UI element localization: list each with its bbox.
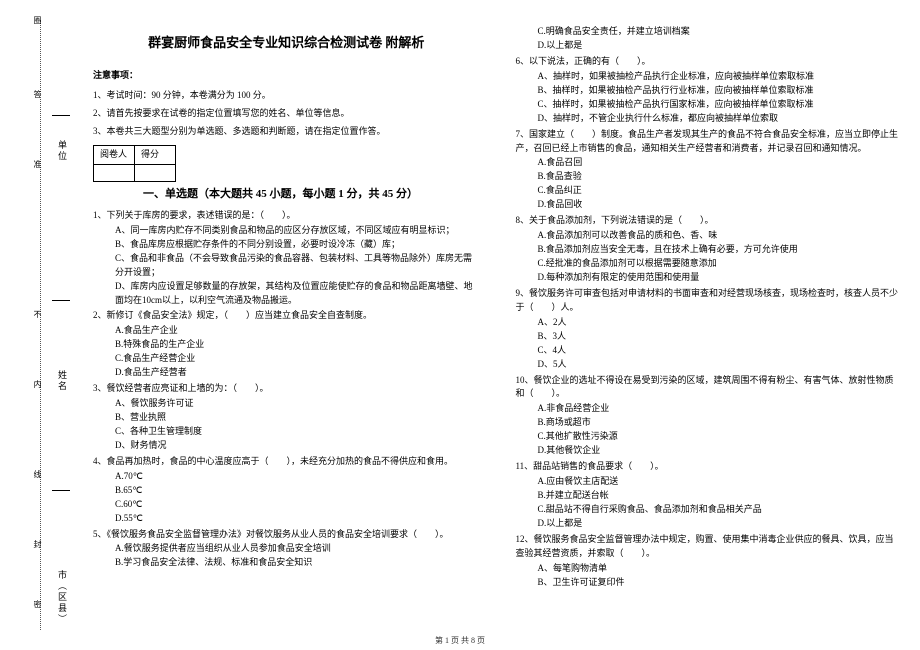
question-stem: 11、甜品站销售的食品要求（ ）。 xyxy=(516,460,903,474)
question-option: D.55℃ xyxy=(115,512,480,526)
paper-title: 群宴厨师食品安全专业知识综合检测试卷 附解析 xyxy=(93,33,480,53)
question-option: A、抽样时，如果被抽检产品执行企业标准，应向被抽样单位索取标准 xyxy=(538,70,903,84)
question-option: C.其他扩散性污染源 xyxy=(538,430,903,444)
question-option: A、2人 xyxy=(538,316,903,330)
question-stem: 9、餐饮服务许可审查包括对申请材料的书面审查和对经营现场核查，现场检查时，核查人… xyxy=(516,287,903,315)
question-option: D.每种添加剂有限定的使用范围和使用量 xyxy=(538,271,903,285)
question-option: B、卫生许可证复印件 xyxy=(538,576,903,590)
binding-char: 内 xyxy=(32,380,43,396)
binding-char: 答 xyxy=(32,90,43,106)
table-cell: 得分 xyxy=(135,145,176,164)
question-stem: 10、餐饮企业的选址不得设在易受到污染的区域，建筑周围不得有粉尘、有害气体、放射… xyxy=(516,374,903,402)
question-option: A.餐饮服务提供者应当组织从业人员参加食品安全培训 xyxy=(115,542,480,556)
table-cell-empty xyxy=(94,164,135,181)
table-cell-empty xyxy=(135,164,176,181)
question-option: D.以上都是 xyxy=(538,39,903,53)
section-heading: 一、单选题（本大题共 45 小题，每小题 1 分，共 45 分） xyxy=(143,186,480,203)
column-left: 群宴厨师食品安全专业知识综合检测试卷 附解析 注意事项： 1、考试时间：90 分… xyxy=(75,0,498,630)
question-stem: 7、国家建立（ ）制度。食品生产者发现其生产的食品不符合食品安全标准，应当立即停… xyxy=(516,128,903,156)
question-option: B.商场或超市 xyxy=(538,416,903,430)
question-option: C、各种卫生管理制度 xyxy=(115,425,480,439)
question-stem: 6、以下说法，正确的有（ ）。 xyxy=(516,55,903,69)
question-option: B.并建立配送台帐 xyxy=(538,489,903,503)
binding-char: 线 xyxy=(32,470,43,486)
notice-item: 3、本卷共三大题型分别为单选题、多选题和判断题，请在指定位置作答。 xyxy=(93,125,480,139)
notice-heading: 注意事项： xyxy=(93,69,480,83)
question-option: C.甜品站不得自行采购食品、食品添加剂和食品相关产品 xyxy=(538,503,903,517)
question-stem: 5、《餐饮服务食品安全监督管理办法》对餐饮服务从业人员的食品安全培训要求（ ）。 xyxy=(93,528,480,542)
question-option: B.食品查验 xyxy=(538,170,903,184)
side-underline xyxy=(52,115,70,116)
question-option: B、食品库房应根据贮存条件的不同分别设置，必要时设冷冻（藏）库； xyxy=(115,238,480,252)
side-field-name: 姓名 xyxy=(56,370,69,392)
side-field-city: 市（区县） xyxy=(56,570,69,625)
question-option: A.应由餐饮主店配送 xyxy=(538,475,903,489)
side-underline xyxy=(52,300,70,301)
side-underline xyxy=(52,490,70,491)
question-option: D、库房内应设置足够数量的存放架，其结构及位置应能使贮存的食品和物品距离墙壁、地… xyxy=(115,280,480,308)
question-option: C.明确食品安全责任，并建立培训档案 xyxy=(538,25,903,39)
question-option: B.食品添加剂应当安全无毒，且在技术上确有必要，方可允许使用 xyxy=(538,243,903,257)
binding-char: 圈 xyxy=(32,16,43,32)
binding-char: 不 xyxy=(32,310,43,326)
notice-item: 1、考试时间：90 分钟，本卷满分为 100 分。 xyxy=(93,89,480,103)
question-option: C.60℃ xyxy=(115,498,480,512)
scorer-table: 阅卷人 得分 xyxy=(93,145,176,182)
question-option: D.以上都是 xyxy=(538,517,903,531)
question-stem: 8、关于食品添加剂，下列说法错误的是（ ）。 xyxy=(516,214,903,228)
question-option: B、抽样时，如果被抽检产品执行行业标准，应向被抽样单位索取标准 xyxy=(538,84,903,98)
question-option: C.经批准的食品添加剂可以根据需要随意添加 xyxy=(538,257,903,271)
question-stem: 3、餐饮经营者应亮证和上墙的为：（ ）。 xyxy=(93,382,480,396)
question-option: C.食品纠正 xyxy=(538,184,903,198)
side-field-unit: 单位 xyxy=(56,140,69,162)
question-option: D.其他餐饮企业 xyxy=(538,444,903,458)
question-option: B.65℃ xyxy=(115,484,480,498)
question-option: C、4人 xyxy=(538,344,903,358)
page-footer: 第 1 页 共 8 页 xyxy=(0,635,920,646)
question-option: D、5人 xyxy=(538,358,903,372)
question-stem: 12、餐饮服务食品安全监督管理办法中规定，购置、使用集中消毒企业供应的餐具、饮具… xyxy=(516,533,903,561)
question-option: D.食品回收 xyxy=(538,198,903,212)
question-stem: 1、下列关于库房的要求，表述错误的是：（ ）。 xyxy=(93,209,480,223)
question-option: A.食品生产企业 xyxy=(115,324,480,338)
question-stem: 2、新修订《食品安全法》规定，（ ）应当建立食品安全自查制度。 xyxy=(93,309,480,323)
question-option: A.70℃ xyxy=(115,470,480,484)
binding-char: 封 xyxy=(32,540,43,556)
question-option: A.食品召回 xyxy=(538,156,903,170)
question-option: B.特殊食品的生产企业 xyxy=(115,338,480,352)
question-option: A、同一库房内贮存不同类别食品和物品的应区分存放区域，不同区域应有明显标识； xyxy=(115,224,480,238)
side-field-column: 市（区县） 姓名 单位 xyxy=(50,0,75,630)
column-right: C.明确食品安全责任，并建立培训档案 D.以上都是 6、以下说法，正确的有（ ）… xyxy=(498,0,920,630)
question-option: B、营业执照 xyxy=(115,411,480,425)
question-option: A、餐饮服务许可证 xyxy=(115,397,480,411)
table-cell: 阅卷人 xyxy=(94,145,135,164)
question-option: D.食品生产经营者 xyxy=(115,366,480,380)
question-option: A.非食品经营企业 xyxy=(538,402,903,416)
question-option: C.食品生产经营企业 xyxy=(115,352,480,366)
question-option: A.食品添加剂可以改善食品的质和色、香、味 xyxy=(538,229,903,243)
question-option: A、每笔购物清单 xyxy=(538,562,903,576)
binding-margin: 圈 答 准 不 内 线 封 密 xyxy=(0,0,50,630)
question-option: B、3人 xyxy=(538,330,903,344)
question-option: C、食品和非食品（不会导致食品污染的食品容器、包装材料、工具等物品除外）库房无需… xyxy=(115,252,480,280)
question-option: D、抽样时，不管企业执行什么标准，都应向被抽样单位索取 xyxy=(538,112,903,126)
binding-char: 密 xyxy=(32,600,43,616)
notice-item: 2、请首先按要求在试卷的指定位置填写您的姓名、单位等信息。 xyxy=(93,107,480,121)
question-stem: 4、食品再加热时，食品的中心温度应高于（ ），未经充分加热的食品不得供应和食用。 xyxy=(93,455,480,469)
question-option: C、抽样时，如果被抽检产品执行国家标准，应向被抽样单位索取标准 xyxy=(538,98,903,112)
binding-char: 准 xyxy=(32,160,43,176)
question-option: D、财务情况 xyxy=(115,439,480,453)
question-option: B.学习食品安全法律、法规、标准和食品安全知识 xyxy=(115,556,480,570)
